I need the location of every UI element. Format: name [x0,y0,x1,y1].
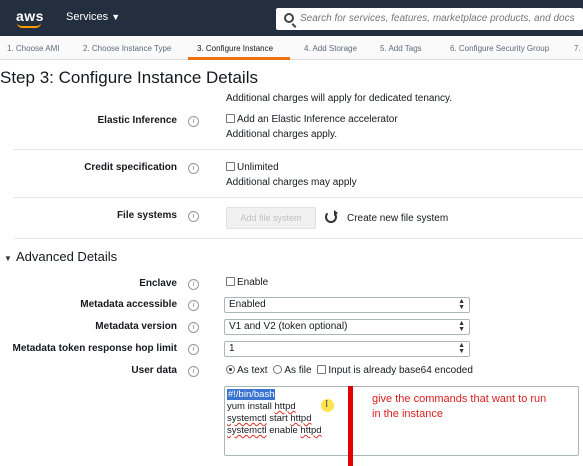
metadata-version-select[interactable]: V1 and V2 (token optional) ▲ ▼ [224,319,470,335]
as-text-label: As text [237,365,268,376]
step-add-tags[interactable]: 5. Add Tags [380,44,422,53]
caret-down-icon: ▼ [111,12,121,22]
code-line: yum install httpd [227,401,296,412]
select-arrows-icon: ▲ ▼ [458,320,465,333]
search-input[interactable]: Search for services, features, marketpla… [276,8,583,30]
elastic-inference-checkbox-label: Add an Elastic Inference accelerator [237,114,398,125]
add-file-system-button[interactable]: Add file system [226,207,316,229]
code-line: #!/bin/bash [227,389,276,400]
user-data-options: As text As file Input is already base64 … [226,365,473,376]
metadata-version-label: Metadata version [95,321,177,332]
base64-checkbox[interactable] [317,365,327,374]
advanced-details-toggle[interactable]: Advanced Details [16,249,117,264]
metadata-accessible-select[interactable]: Enabled ▲ ▼ [224,297,470,313]
unlimited-checkbox-label: Unlimited [237,162,279,173]
search-icon [284,13,294,23]
info-icon[interactable]: i [188,366,199,377]
select-arrows-icon: ▲ ▼ [458,298,465,311]
metadata-accessible-label: Metadata accessible [80,299,177,310]
as-file-radio[interactable] [273,365,283,374]
select-arrows-icon: ▲ ▼ [458,342,465,355]
elastic-inference-checkbox[interactable] [226,114,235,123]
elastic-inference-label: Elastic Inference [97,115,177,126]
credit-charges-link[interactable]: Additional charges may apply [226,177,357,188]
info-icon[interactable]: i [188,322,199,333]
annotation-line-1: give the commands that want to run [372,393,547,405]
hop-limit-value: 1 [229,343,235,354]
unlimited-checkbox[interactable] [226,162,235,171]
user-data-label: User data [131,365,177,376]
info-icon[interactable]: i [188,211,199,222]
step-configure-instance[interactable]: 3. Configure Instance [197,44,273,53]
active-step-indicator [188,57,290,60]
base64-label: Input is already base64 encoded [328,365,473,376]
wizard-steps: 1. Choose AMI 2. Choose Instance Type 3.… [0,36,583,60]
search-placeholder: Search for services, features, marketpla… [300,13,575,24]
step-choose-instance-type[interactable]: 2. Choose Instance Type [83,44,171,53]
step-choose-ami[interactable]: 1. Choose AMI [7,44,59,53]
aws-smile-icon [17,23,41,28]
caret-down-icon[interactable]: ▼ [4,254,12,263]
as-file-label: As file [284,365,312,376]
step-review[interactable]: 7. [574,44,581,53]
tenancy-note-link[interactable]: Additional charges will apply for dedica… [226,93,452,104]
services-label: Services [66,11,109,23]
step-configure-security-group[interactable]: 6. Configure Security Group [450,44,549,53]
metadata-accessible-value: Enabled [229,299,266,310]
info-icon[interactable]: i [188,163,199,174]
enclave-checkbox[interactable] [226,277,235,286]
elastic-inference-charges-link[interactable]: Additional charges apply. [226,129,337,140]
top-nav-bar: aws Services ▼ Search for services, featu… [0,0,583,36]
hop-limit-select[interactable]: 1 ▲ ▼ [224,341,470,357]
info-icon[interactable]: i [188,300,199,311]
enclave-label: Enclave [139,278,177,289]
text-cursor-icon [321,399,334,412]
as-text-radio[interactable] [226,365,235,374]
hop-limit-label: Metadata token response hop limit [12,343,177,354]
divider [14,238,583,239]
file-systems-label: File systems [116,210,177,221]
credit-specification-label: Credit specification [84,162,177,173]
info-icon[interactable]: i [188,116,199,127]
credit-unlimited-option: Unlimited [226,162,279,173]
info-icon[interactable]: i [188,344,199,355]
step-add-storage[interactable]: 4. Add Storage [304,44,357,53]
refresh-icon[interactable] [325,210,338,223]
annotation-marker [348,386,353,466]
code-line: systemctl enable httpd [227,425,322,436]
code-line: systemctl start httpd [227,413,312,424]
annotation-text: give the commands that want to run in th… [372,392,583,422]
info-icon[interactable]: i [188,279,199,290]
aws-logo[interactable]: aws [16,8,44,24]
services-menu[interactable]: Services ▼ [66,11,120,23]
divider [14,197,583,198]
metadata-version-value: V1 and V2 (token optional) [229,321,348,332]
enclave-checkbox-label: Enable [237,277,269,288]
page-title: Step 3: Configure Instance Details [0,68,258,87]
enclave-option: Enable [226,277,268,288]
annotation-line-2: in the instance [372,408,443,420]
divider [14,149,583,150]
elastic-inference-option: Add an Elastic Inference accelerator [226,114,398,125]
create-file-system-link[interactable]: Create new file system [347,213,448,224]
